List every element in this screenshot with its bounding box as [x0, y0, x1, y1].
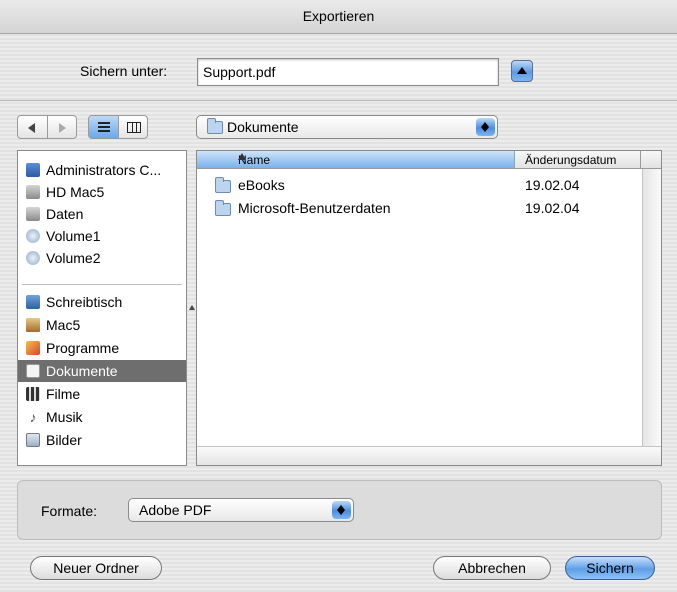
movies-icon [26, 387, 40, 401]
sidebar-item-schreibtisch[interactable]: Schreibtisch [18, 291, 186, 313]
folder-icon [215, 200, 231, 216]
sidebar-item-label: Daten [46, 206, 84, 222]
format-label: Formate: [41, 503, 98, 519]
collapse-dialog-button[interactable] [511, 60, 533, 82]
sidebar-item-label: Schreibtisch [46, 294, 123, 310]
save-button[interactable]: Sichern [565, 556, 655, 580]
view-mode-toggle [88, 115, 148, 139]
sidebar-item-label: Volume1 [46, 228, 101, 244]
sidebar-item-bilder[interactable]: Bilder [18, 429, 186, 451]
sidebar-item-musik[interactable]: ♪ Musik [18, 406, 186, 428]
sidebar-item-filme[interactable]: Filme [18, 383, 186, 405]
sidebar-item-volume1[interactable]: Volume1 [18, 225, 186, 247]
volume-icon [26, 229, 40, 243]
new-folder-button[interactable]: Neuer Ordner [30, 556, 162, 580]
format-selected: Adobe PDF [139, 502, 212, 518]
list-view-button[interactable] [89, 116, 118, 138]
sidebar-item-label: Musik [46, 409, 83, 425]
filename-input[interactable] [197, 58, 499, 86]
sidebar-item-label: Filme [46, 386, 81, 402]
file-row[interactable]: Microsoft-Benutzerdaten 19.02.04 [197, 198, 641, 219]
documents-icon [26, 364, 40, 378]
music-icon: ♪ [29, 409, 37, 425]
cancel-button[interactable]: Abbrechen [433, 556, 551, 580]
applications-icon [26, 341, 40, 355]
network-disk-icon [26, 163, 40, 177]
popup-stepper-icon [476, 118, 495, 136]
hard-disk-icon [26, 185, 40, 199]
column-header-name[interactable]: Name [197, 151, 515, 168]
folder-icon [207, 118, 223, 134]
column-view-icon [126, 122, 141, 133]
file-date: 19.02.04 [525, 200, 580, 216]
home-icon [26, 318, 40, 332]
sidebar-item-mac5[interactable]: Mac5 [18, 314, 186, 336]
file-browser: Name Änderungsdatum eBooks 19.02.04 Micr… [196, 150, 662, 466]
sidebar-item-label: Dokumente [46, 363, 118, 379]
sidebar-item-label: HD Mac5 [46, 184, 105, 200]
location-popup[interactable]: Dokumente [196, 115, 498, 139]
export-dialog: Exportieren Sichern unter: Dokumente Adm… [0, 0, 677, 592]
save-as-row: Sichern unter: [0, 52, 677, 92]
forward-button[interactable] [46, 116, 77, 138]
column-header-date[interactable]: Änderungsdatum [517, 151, 641, 168]
back-button[interactable] [18, 116, 47, 138]
file-name: eBooks [238, 177, 285, 193]
sidebar-item-volume2[interactable]: Volume2 [18, 247, 186, 269]
title-bar[interactable]: Exportieren [0, 0, 677, 34]
sidebar-divider [22, 284, 182, 285]
volume-icon [26, 251, 40, 265]
splitter-handle[interactable] [189, 304, 195, 310]
sidebar-item-label: Mac5 [46, 317, 81, 333]
folder-icon [215, 177, 231, 193]
sidebar-item-label: Volume2 [46, 250, 101, 266]
popup-stepper-icon [332, 501, 351, 519]
sidebar-item-hd-mac5[interactable]: HD Mac5 [18, 181, 186, 203]
sidebar-item-dokumente[interactable]: Dokumente [18, 360, 186, 382]
column-view-button[interactable] [117, 116, 148, 138]
location-selected: Dokumente [227, 119, 299, 135]
save-as-label: Sichern unter: [80, 63, 168, 79]
sidebar: Administrators C... HD Mac5 Daten Volume… [17, 150, 187, 466]
sidebar-item-network[interactable]: Administrators C... [18, 159, 186, 181]
format-panel: Formate: Adobe PDF [17, 480, 662, 540]
hard-disk-icon [26, 207, 40, 221]
list-view-icon [98, 122, 110, 133]
sidebar-item-label: Administrators C... [46, 162, 162, 178]
pictures-icon [26, 433, 40, 447]
vertical-scrollbar[interactable] [642, 169, 661, 447]
divider [0, 100, 677, 101]
sidebar-item-programme[interactable]: Programme [18, 337, 186, 359]
sidebar-item-label: Programme [46, 340, 120, 356]
column-header: Name Änderungsdatum [197, 151, 661, 169]
file-row[interactable]: eBooks 19.02.04 [197, 175, 641, 196]
sidebar-item-daten[interactable]: Daten [18, 203, 186, 225]
window-title: Exportieren [302, 8, 375, 24]
column-header-label: Änderungsdatum [525, 153, 617, 167]
file-name: Microsoft-Benutzerdaten [238, 200, 391, 216]
horizontal-scrollbar[interactable] [197, 446, 661, 465]
desktop-icon [26, 295, 40, 309]
sort-ascending-icon [238, 153, 246, 160]
format-popup[interactable]: Adobe PDF [128, 498, 354, 522]
sidebar-item-label: Bilder [46, 432, 82, 448]
history-nav [17, 115, 77, 139]
file-date: 19.02.04 [525, 177, 580, 193]
